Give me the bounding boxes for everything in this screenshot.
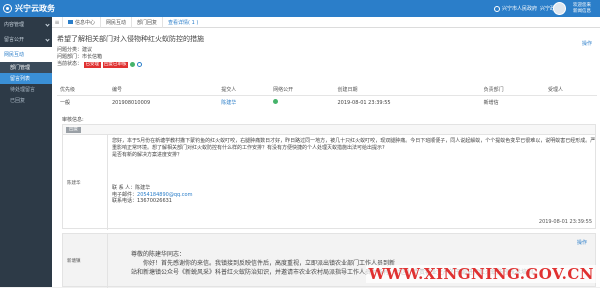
cell-date: 2019-08-01 23:39:55 bbox=[335, 96, 481, 110]
cell-public bbox=[270, 96, 334, 110]
cell-id: 201908010009 bbox=[109, 96, 218, 110]
dept-label: 问题部门：市长信箱 bbox=[57, 54, 600, 61]
review-section-label: 审核信息: bbox=[62, 116, 84, 123]
page-title: 希望了解相关部门对入侵物种红火蚁防控的措施 bbox=[57, 34, 600, 44]
sidebar-item-public[interactable]: 留言公开 bbox=[0, 32, 52, 47]
table-row: 一般 201908010009 陈建华 2019-08-01 23:39:55 … bbox=[57, 96, 597, 110]
top-bar: 兴宁云政务 兴宁市人民政府 兴宁政务 欢迎您来 新闻信息 bbox=[0, 0, 600, 17]
tab-detail[interactable]: 查看详情( 1 ) bbox=[162, 17, 203, 28]
review-body: 您好，本于5月份在新塘学教村撒下蒙钓鱼的红火蚁叮咬，右腿肿痛数日才好，昨日路过同… bbox=[112, 138, 596, 205]
sidebar-item-content[interactable]: 内容管理 bbox=[0, 17, 52, 32]
top-nav-site[interactable]: 兴宁市人民政府 bbox=[494, 5, 537, 12]
col-header: 负责部门 bbox=[481, 84, 545, 96]
site-watermark: WWW.XINGNING.GOV.CN bbox=[366, 265, 596, 283]
tab-interaction[interactable]: 网民互动 bbox=[100, 17, 131, 28]
sidebar-sub-replied[interactable]: 已回复 bbox=[0, 95, 52, 106]
menu-icon[interactable]: ≡ bbox=[52, 17, 62, 28]
col-header: 编号 bbox=[109, 84, 218, 96]
chevron-down-icon bbox=[45, 37, 49, 41]
cell-dept: 新增信 bbox=[481, 96, 545, 110]
tab-dept-reply[interactable]: 部门回复 bbox=[131, 17, 162, 28]
status-badge-accepted: 已受理 bbox=[84, 62, 101, 68]
col-header: 提交人 bbox=[218, 84, 270, 96]
flag-icon bbox=[130, 62, 135, 67]
ops-link[interactable]: 操作 bbox=[582, 40, 592, 47]
status-badge-reviewed: 回复已审核 bbox=[103, 62, 129, 68]
sidebar: 内容管理 留言公开 网民互动 部门管理 留言列表 待处理留言 已回复 bbox=[0, 17, 52, 287]
review-author: 陈建华 bbox=[63, 135, 108, 230]
logo-icon bbox=[3, 4, 12, 13]
sidebar-item-dept[interactable]: 部门管理 bbox=[0, 62, 52, 73]
cell-handler bbox=[545, 96, 597, 110]
contact-email[interactable]: 2054184890@qq.com bbox=[137, 192, 192, 198]
home-icon bbox=[68, 20, 73, 24]
top-nav: 兴宁市人民政府 兴宁政务 bbox=[494, 0, 560, 17]
sidebar-sub-pending[interactable]: 待处理留言 bbox=[0, 84, 52, 95]
col-header: 网络公开 bbox=[270, 84, 334, 96]
review-card: 回复 陈建华 您好，本于5月份在新塘学教村撒下蒙钓鱼的红火蚁叮咬，右腿肿痛数日才… bbox=[62, 124, 596, 229]
welcome-text[interactable]: 欢迎您来 新闻信息 bbox=[567, 3, 597, 14]
contact-block: 联 系 人：陈建华 电子邮件：2054184890@qq.com 联系电话：13… bbox=[112, 185, 596, 205]
check-icon bbox=[273, 99, 278, 104]
col-header: 受理人 bbox=[545, 84, 597, 96]
cell-submitter[interactable]: 陈建华 bbox=[218, 96, 270, 110]
gear-icon bbox=[494, 6, 500, 12]
app-title: 兴宁云政务 bbox=[15, 3, 55, 14]
status-row: 当前状态： 已受理 回复已审核 bbox=[57, 61, 600, 68]
chevron-down-icon bbox=[45, 22, 49, 26]
review-date: 2019-08-01 23:39:55 bbox=[539, 219, 592, 225]
col-header: 优先级 bbox=[57, 84, 109, 96]
reply-author: 新塘镇 bbox=[63, 234, 108, 288]
avatar[interactable] bbox=[553, 2, 566, 15]
review-tag: 回复 bbox=[66, 127, 81, 133]
cell-priority: 一般 bbox=[57, 96, 109, 110]
reply-ops-link[interactable]: 操作 bbox=[577, 239, 587, 246]
col-header: 创建日期 bbox=[335, 84, 481, 96]
app-logo[interactable]: 兴宁云政务 bbox=[0, 3, 60, 14]
sidebar-sub-list[interactable]: 留言列表 bbox=[0, 73, 52, 84]
info-icon[interactable] bbox=[137, 62, 142, 67]
tab-info-center[interactable]: 信息中心 bbox=[62, 17, 100, 28]
info-table: 优先级 编号 提交人 网络公开 创建日期 负责部门 受理人 一般 2019080… bbox=[57, 84, 597, 109]
type-label: 问题分类：建议 bbox=[57, 47, 600, 54]
tab-bar: ≡ 信息中心 网民互动 部门回复 查看详情( 1 ) bbox=[52, 17, 600, 28]
sidebar-item-interaction[interactable]: 网民互动 bbox=[0, 47, 52, 62]
review-card-header: 回复 bbox=[63, 125, 595, 135]
